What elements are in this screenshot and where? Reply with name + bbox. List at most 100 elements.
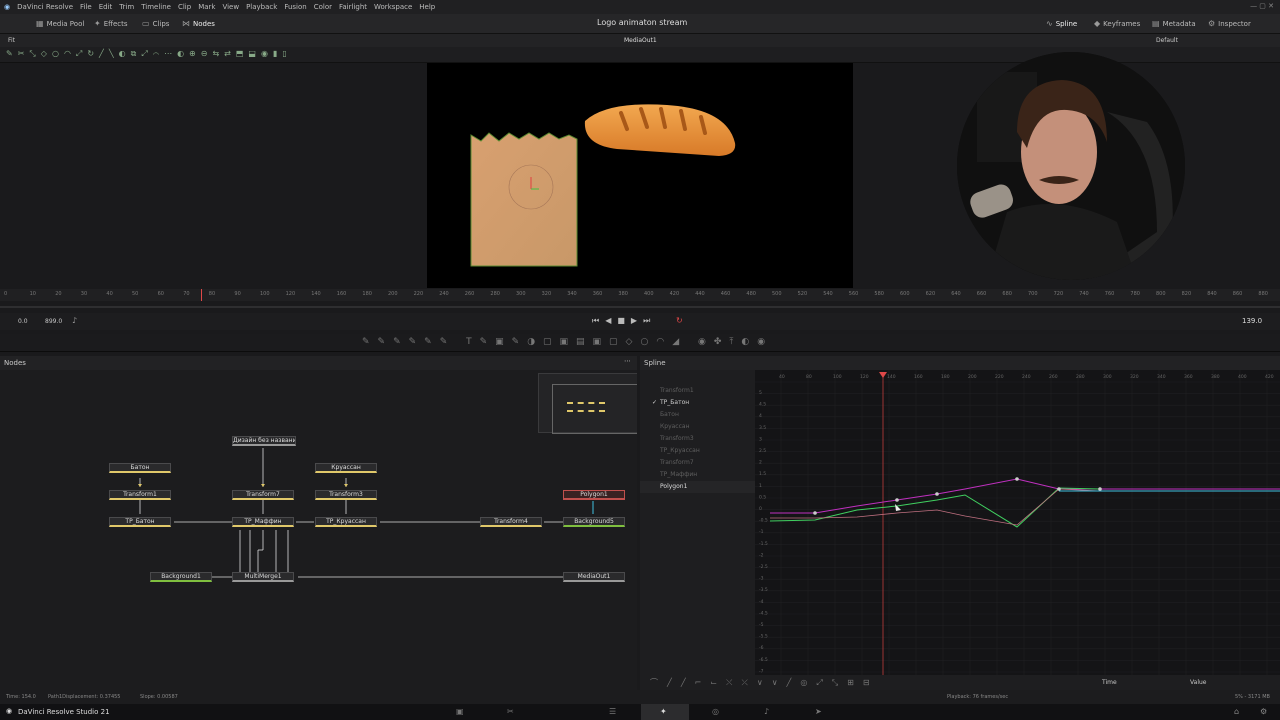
media-pool-button[interactable]: ▦ Media Pool (36, 19, 84, 28)
spline-graph[interactable]: 5 4.5 4 3.5 3 2.5 2 1.5 1 0.5 0 -0.5 -1 -1.5 -2 -2.5 -3 -… (755, 370, 1280, 675)
keyframes-button[interactable]: ◆ Keyframes (1094, 19, 1140, 28)
menu-playback[interactable]: Playback (246, 3, 277, 11)
node-background5[interactable]: Background5 (563, 517, 625, 527)
nodes-panel-header: Nodes ⋯ (0, 356, 637, 370)
spline-tool-icons[interactable]: ⌒╱╱⌐⌙⤬⤫∨∨╱◎⤢⤡⊞⊟ (650, 677, 879, 688)
menu-timeline[interactable]: Timeline (141, 3, 171, 11)
node-tp-maffin[interactable]: TP_Маффин (232, 517, 294, 527)
app-logo-icon[interactable]: ◉ (4, 3, 10, 11)
edit-page-icon[interactable]: ☰ (609, 707, 616, 716)
node-editor[interactable]: Дизайн без названи... Батон Круассан Tra… (0, 370, 637, 690)
node-baton[interactable]: Батон (109, 463, 171, 473)
ruler-tick-label: 180 (362, 291, 372, 297)
ruler-tick-label: 280 (490, 291, 500, 297)
menu-edit[interactable]: Edit (99, 3, 113, 11)
viewer-tool-icons[interactable]: ✎✂⤡◇○◠⤢↻╱╲◐⧉⤢⌒⋯◐⊕⊖⇆⇄⬒⬓◉▮▯ (6, 49, 292, 59)
node-multimerge1[interactable]: MultiMerge1 (232, 572, 294, 582)
node-transform7[interactable]: Transform7 (232, 490, 294, 500)
spline-button[interactable]: ∿ Spline (1046, 19, 1077, 28)
x-tick-label: 40 (779, 374, 785, 380)
node-kruassan[interactable]: Круассан (315, 463, 377, 473)
node-mediaout1[interactable]: MediaOut1 (563, 572, 625, 582)
y-tick-label: -5 (759, 622, 764, 628)
node-tp-baton[interactable]: TP_Батон (109, 517, 171, 527)
spline-tree-item[interactable]: Батон (640, 409, 755, 421)
y-tick-label: -7 (759, 668, 764, 674)
spline-tree-item[interactable]: Transform1 (640, 385, 755, 397)
loop-icon[interactable]: ↻ (676, 316, 683, 325)
tool-icons[interactable]: ✎✎✎✎✎✎ T✎▣✎◑▢▣▤▣▢◇○◠◢ ◉✤⤒◐◉ (362, 337, 773, 347)
menu-help[interactable]: Help (419, 3, 435, 11)
fusion-tools-row: ✎✎✎✎✎✎ T✎▣✎◑▢▣▤▣▢◇○◠◢ ◉✤⤒◐◉ (0, 334, 1280, 352)
speaker-icon[interactable]: ♪ (72, 316, 77, 325)
x-tick-label: 120 (860, 374, 869, 380)
y-tick-label: 1.5 (759, 471, 766, 477)
time-dropdown[interactable]: Time (1102, 679, 1117, 686)
timeline-ruler[interactable]: 0 10 20 30 40 50 60 70 80 90 100 120 140 160 180 200 220… (0, 289, 1280, 301)
menu-fusion[interactable]: Fusion (284, 3, 306, 11)
nodes-button[interactable]: ⋈ Nodes (182, 19, 215, 28)
menu-trim[interactable]: Trim (119, 3, 134, 11)
home-icon[interactable]: ⌂ (1234, 707, 1239, 716)
fit-dropdown[interactable]: Fit (8, 37, 15, 44)
y-tick-label: -1 (759, 529, 764, 535)
spline-tree-item[interactable]: Transform3 (640, 433, 755, 445)
menu-color[interactable]: Color (314, 3, 332, 11)
viewer-canvas[interactable] (427, 63, 853, 288)
node-transform4[interactable]: Transform4 (480, 517, 542, 527)
timeline-scrub-bar[interactable] (0, 306, 1280, 308)
menu-view[interactable]: View (222, 3, 239, 11)
page-bar: ◉ DaVinci Resolve Studio 21 ▣ ✂ ☰ ✦ ◎ ♪ … (0, 704, 1280, 720)
spline-tree-item-selected[interactable]: Polygon1 (640, 481, 755, 493)
spline-tree-item[interactable]: TP_Круассан (640, 445, 755, 457)
clips-button[interactable]: ▭ Clips (142, 19, 169, 28)
inspector-button[interactable]: ⚙ Inspector (1208, 19, 1251, 28)
y-tick-label: 1 (759, 483, 762, 489)
menu-app[interactable]: DaVinci Resolve (17, 3, 73, 11)
checkmark-icon[interactable]: ✓ (652, 399, 657, 406)
metadata-button[interactable]: ▤ Metadata (1152, 19, 1196, 28)
media-page-icon[interactable]: ▣ (456, 707, 464, 716)
nodes-panel-menu-icon[interactable]: ⋯ (624, 357, 631, 365)
deliver-page-icon[interactable]: ➤ (815, 707, 822, 716)
status-slope: Slope: 0.00587 (140, 694, 178, 700)
current-frame[interactable]: 139.0 (1242, 317, 1262, 325)
cut-page-icon[interactable]: ✂ (507, 707, 514, 716)
end-time[interactable]: 899.0 (45, 318, 62, 325)
menu-clip[interactable]: Clip (178, 3, 191, 11)
spline-tree-item[interactable]: TP_Батон (640, 397, 755, 409)
node-tp-kruassan[interactable]: TP_Круассан (315, 517, 377, 527)
start-time[interactable]: 0.0 (18, 318, 28, 325)
node-background1[interactable]: Background1 (150, 572, 212, 582)
paper-bag-shape[interactable] (470, 132, 578, 267)
node-transform1[interactable]: Transform1 (109, 490, 171, 500)
fusion-page-tab[interactable]: ✦ (641, 704, 689, 720)
ruler-tick-label: 40 (106, 291, 113, 297)
spline-tree-item[interactable]: Круассан (640, 421, 755, 433)
node-navigator[interactable] (538, 373, 637, 434)
spline-tree-item[interactable]: TP_Маффин (640, 469, 755, 481)
x-tick-label: 200 (968, 374, 977, 380)
menu-file[interactable]: File (80, 3, 92, 11)
node-transform3[interactable]: Transform3 (315, 490, 377, 500)
node-polygon1[interactable]: Polygon1 (563, 490, 625, 500)
ruler-tick-label: 80 (208, 291, 216, 297)
menu-fairlight[interactable]: Fairlight (339, 3, 367, 11)
node-design[interactable]: Дизайн без названи... (232, 436, 296, 446)
y-tick-label: 0.5 (759, 494, 766, 500)
menu-workspace[interactable]: Workspace (374, 3, 412, 11)
ruler-playhead[interactable] (201, 289, 202, 301)
fairlight-page-icon[interactable]: ♪ (764, 707, 769, 716)
transport-bar: 0.0 899.0 ♪ ⏮◀■▶⏭ ↻ 139.0 (0, 313, 1280, 330)
menu-mark[interactable]: Mark (198, 3, 215, 11)
color-page-icon[interactable]: ◎ (712, 707, 719, 716)
effects-button[interactable]: ✦ Effects (94, 19, 128, 28)
settings-icon[interactable]: ⚙ (1260, 707, 1267, 716)
transport-controls[interactable]: ⏮◀■▶⏭ (592, 316, 656, 326)
value-dropdown[interactable]: Value (1190, 679, 1206, 686)
ruler-tick-label: 820 (1181, 291, 1192, 297)
window-controls[interactable]: — ▢ ✕ (1250, 2, 1274, 10)
spline-tree-item[interactable]: Transform7 (640, 457, 755, 469)
layout-dropdown[interactable]: Default (1156, 37, 1178, 44)
y-tick-label: -5.5 (759, 634, 768, 640)
